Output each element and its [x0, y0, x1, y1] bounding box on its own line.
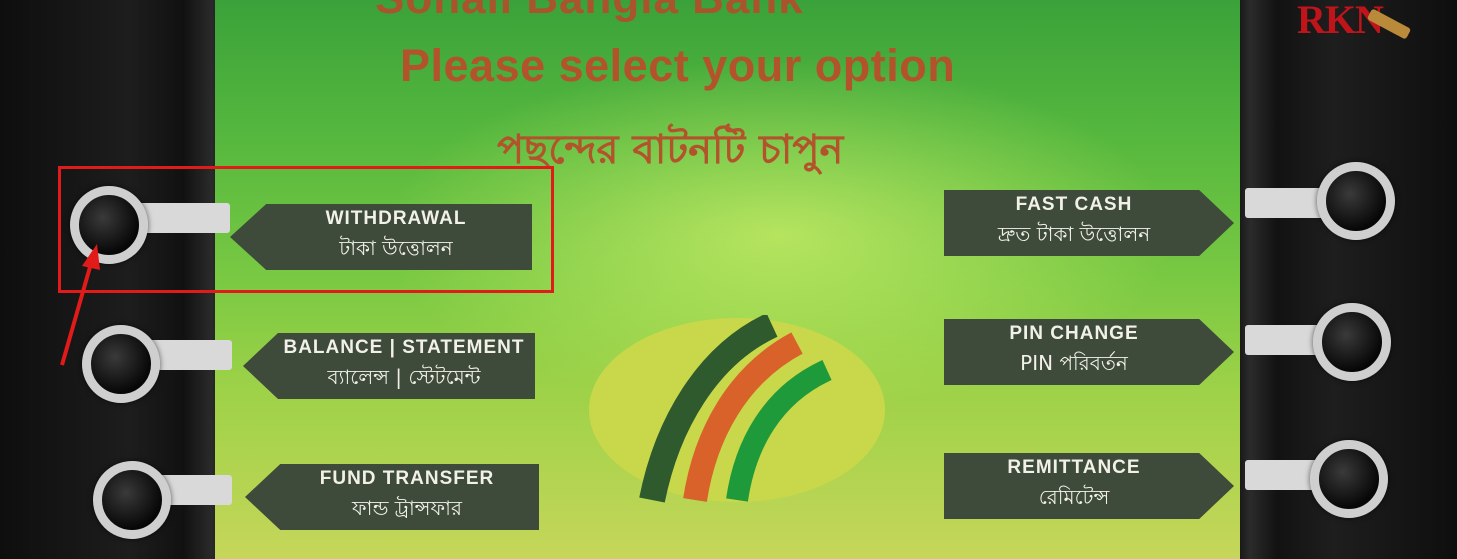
- fast-cash-label-bangla: দ্রুত টাকা উত্তোলন: [997, 221, 1151, 246]
- balance-statement-label-bangla: ব্যালেন্স | স্টেটমেন্ট: [327, 364, 481, 389]
- balance-statement-option[interactable]: Balance | Statement ব্যালেন্স | স্টেটমেন…: [243, 333, 535, 399]
- remittance-option[interactable]: Remittance রেমিটেন্স: [944, 453, 1234, 519]
- withdrawal-highlight-box: [58, 166, 554, 293]
- right-button-2[interactable]: [1313, 303, 1391, 381]
- pin-change-label: PIN Change: [1009, 322, 1139, 344]
- page-title: Please select your option: [400, 40, 956, 91]
- bank-logo: [589, 315, 885, 503]
- pin-change-label-bangla: PIN পরিবর্তন: [1020, 350, 1128, 375]
- pin-change-option[interactable]: PIN Change PIN পরিবর্তন: [944, 319, 1234, 385]
- fund-transfer-label: Fund Transfer: [319, 467, 495, 489]
- balance-statement-label: Balance | Statement: [283, 336, 525, 358]
- fund-transfer-option[interactable]: Fund Transfer ফান্ড ট্রান্সফার: [245, 464, 539, 530]
- right-button-3[interactable]: [1310, 440, 1388, 518]
- remittance-label-bangla: রেমিটেন্স: [1038, 484, 1110, 509]
- left-button-3[interactable]: [93, 461, 171, 539]
- channel-watermark: RKN: [1297, 0, 1412, 43]
- remittance-label: Remittance: [1007, 456, 1141, 478]
- annotation-arrow-icon: [60, 244, 100, 366]
- fast-cash-option[interactable]: Fast Cash দ্রুত টাকা উত্তোলন: [944, 190, 1234, 256]
- fast-cash-label: Fast Cash: [1015, 193, 1133, 215]
- right-button-1[interactable]: [1317, 162, 1395, 240]
- bank-title: Sonali Bangla Bank: [375, 0, 804, 24]
- fund-transfer-label-bangla: ফান্ড ট্রান্সফার: [352, 495, 462, 520]
